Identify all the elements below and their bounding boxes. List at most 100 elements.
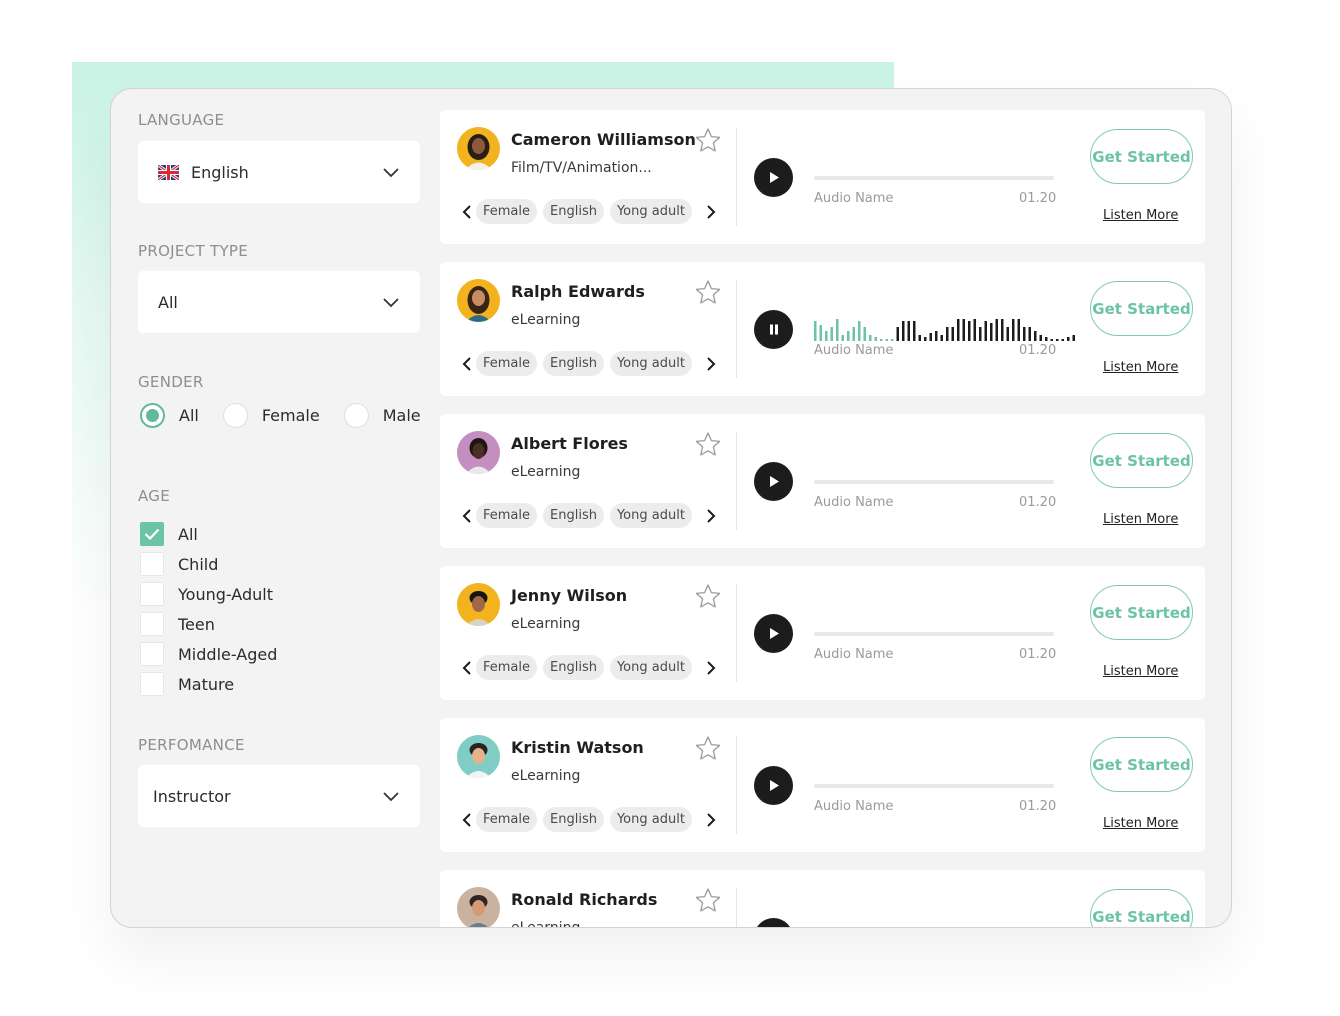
avatar[interactable] bbox=[457, 431, 500, 474]
project-type-select[interactable]: All bbox=[138, 271, 420, 333]
checkbox[interactable] bbox=[140, 582, 164, 606]
performance-value: Instructor bbox=[153, 786, 231, 806]
chevron-left-icon[interactable] bbox=[458, 811, 476, 829]
audio-progress-track[interactable] bbox=[814, 784, 1054, 788]
tag: English bbox=[543, 503, 604, 528]
star-icon[interactable] bbox=[694, 127, 722, 154]
audio-name: Audio Name bbox=[814, 343, 894, 358]
checkbox-label: Mature bbox=[178, 674, 235, 694]
audio-waveform[interactable] bbox=[814, 317, 1082, 343]
age-checkbox-young-adult[interactable]: Young-Adult bbox=[140, 579, 277, 609]
waveform-bar bbox=[1023, 327, 1026, 341]
play-icon bbox=[769, 628, 779, 639]
gender-radio-group: All Female Male bbox=[140, 403, 421, 428]
voice-card: Kristin Watson eLearning Female English … bbox=[440, 718, 1205, 852]
voice-name[interactable]: Kristin Watson bbox=[511, 738, 644, 757]
chevron-left-icon[interactable] bbox=[458, 355, 476, 373]
chevron-right-icon[interactable] bbox=[702, 507, 720, 525]
audio-time: 01.20 bbox=[1019, 647, 1057, 662]
checkbox[interactable] bbox=[140, 552, 164, 576]
star-icon[interactable] bbox=[694, 887, 722, 914]
checkbox[interactable] bbox=[140, 612, 164, 636]
avatar[interactable] bbox=[457, 887, 500, 927]
waveform-bar bbox=[951, 327, 954, 341]
voice-name[interactable]: Albert Flores bbox=[511, 434, 628, 453]
checkbox[interactable] bbox=[140, 642, 164, 666]
chevron-right-icon[interactable] bbox=[702, 203, 720, 221]
waveform-bar bbox=[990, 323, 993, 341]
chevron-left-icon[interactable] bbox=[458, 659, 476, 677]
age-checkbox-middle-aged[interactable]: Middle-Aged bbox=[140, 639, 277, 669]
listen-more-link[interactable]: Listen More bbox=[1103, 208, 1178, 223]
waveform-bar bbox=[896, 327, 899, 341]
waveform-bar bbox=[858, 321, 861, 341]
play-button[interactable] bbox=[754, 918, 793, 927]
waveform-bar bbox=[1045, 337, 1048, 341]
language-select[interactable]: English bbox=[138, 141, 420, 203]
chevron-left-icon[interactable] bbox=[458, 507, 476, 525]
age-checkbox-teen[interactable]: Teen bbox=[140, 609, 277, 639]
avatar[interactable] bbox=[457, 735, 500, 778]
tag: English bbox=[543, 655, 604, 680]
checkbox[interactable] bbox=[140, 522, 164, 546]
get-started-button[interactable]: Get Started bbox=[1090, 585, 1193, 640]
audio-progress-track[interactable] bbox=[814, 480, 1054, 484]
listen-more-link[interactable]: Listen More bbox=[1103, 816, 1178, 831]
waveform-bar bbox=[913, 321, 916, 341]
radio-circle[interactable] bbox=[343, 403, 369, 428]
get-started-button[interactable]: Get Started bbox=[1090, 889, 1193, 927]
gender-radio-female[interactable]: Female bbox=[222, 403, 320, 428]
star-icon[interactable] bbox=[694, 735, 722, 762]
age-checkbox-group: All Child Young-Adult Teen Middle-Aged M… bbox=[140, 519, 277, 699]
age-checkbox-child[interactable]: Child bbox=[140, 549, 277, 579]
star-icon[interactable] bbox=[694, 431, 722, 458]
performance-select[interactable]: Instructor bbox=[138, 765, 420, 827]
get-started-button[interactable]: Get Started bbox=[1090, 129, 1193, 184]
audio-name: Audio Name bbox=[814, 495, 894, 510]
tag: English bbox=[543, 807, 604, 832]
get-started-button[interactable]: Get Started bbox=[1090, 433, 1193, 488]
audio-progress-track[interactable] bbox=[814, 176, 1054, 180]
play-button[interactable] bbox=[754, 614, 793, 653]
gender-radio-male[interactable]: Male bbox=[343, 403, 421, 428]
age-checkbox-mature[interactable]: Mature bbox=[140, 669, 277, 699]
audio-progress-track[interactable] bbox=[814, 632, 1054, 636]
checkbox[interactable] bbox=[140, 672, 164, 696]
listen-more-link[interactable]: Listen More bbox=[1103, 360, 1178, 375]
voice-search-panel: LANGUAGE English PROJECT TYPE All GENDER… bbox=[110, 88, 1232, 928]
voice-role: Film/TV/Animation... bbox=[511, 160, 652, 176]
chevron-right-icon[interactable] bbox=[702, 659, 720, 677]
waveform-bar bbox=[1050, 339, 1053, 341]
chevron-right-icon[interactable] bbox=[702, 355, 720, 373]
age-checkbox-all[interactable]: All bbox=[140, 519, 277, 549]
listen-more-link[interactable]: Listen More bbox=[1103, 664, 1178, 679]
play-button[interactable] bbox=[754, 766, 793, 805]
listen-more-link[interactable]: Listen More bbox=[1103, 512, 1178, 527]
chevron-right-icon[interactable] bbox=[702, 811, 720, 829]
waveform-bar bbox=[1028, 327, 1031, 341]
gender-title: GENDER bbox=[138, 373, 204, 391]
voice-name[interactable]: Jenny Wilson bbox=[511, 586, 627, 605]
chevron-down-icon bbox=[383, 168, 399, 178]
voice-name[interactable]: Ralph Edwards bbox=[511, 282, 645, 301]
star-icon[interactable] bbox=[694, 279, 722, 306]
voice-card: Albert Flores eLearning Female English Y… bbox=[440, 414, 1205, 548]
gender-radio-all[interactable]: All bbox=[140, 403, 199, 428]
avatar[interactable] bbox=[457, 279, 500, 322]
tag: Yong adult bbox=[609, 351, 692, 376]
get-started-button[interactable]: Get Started bbox=[1090, 281, 1193, 336]
radio-circle[interactable] bbox=[222, 403, 248, 428]
get-started-button[interactable]: Get Started bbox=[1090, 737, 1193, 792]
voice-name[interactable]: Cameron Williamson bbox=[511, 130, 696, 149]
star-icon[interactable] bbox=[694, 583, 722, 610]
avatar[interactable] bbox=[457, 583, 500, 626]
pause-button[interactable] bbox=[754, 310, 793, 349]
avatar[interactable] bbox=[457, 127, 500, 170]
chevron-left-icon[interactable] bbox=[458, 203, 476, 221]
play-button[interactable] bbox=[754, 158, 793, 197]
voice-role: eLearning bbox=[511, 464, 581, 480]
age-title: AGE bbox=[138, 487, 170, 505]
radio-circle[interactable] bbox=[140, 403, 165, 428]
voice-name[interactable]: Ronald Richards bbox=[511, 890, 657, 909]
play-button[interactable] bbox=[754, 462, 793, 501]
